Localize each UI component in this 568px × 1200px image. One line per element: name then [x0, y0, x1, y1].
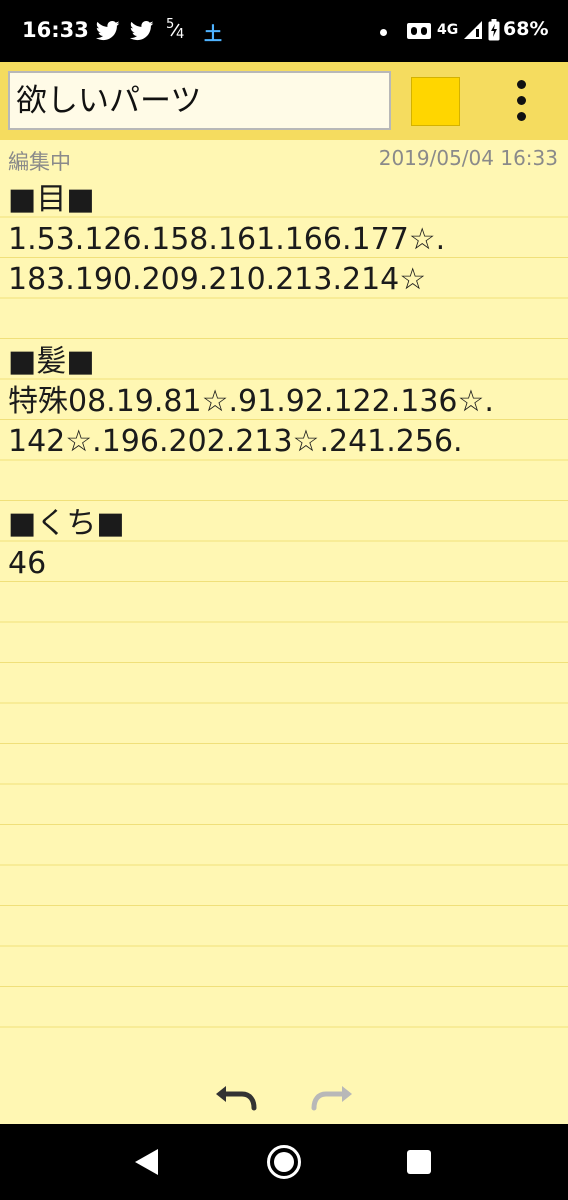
phone-screen: 16:33 5 4 土 4G 68% 欲しいパーツ 編集中 2019/05/04…: [0, 0, 568, 1200]
back-icon[interactable]: [134, 1148, 160, 1176]
color-swatch[interactable]: [411, 77, 460, 126]
note-line: 1.53.126.158.161.166.177☆.: [8, 222, 446, 257]
note-line: ■くち■: [8, 506, 125, 541]
battery-percent: 68%: [503, 18, 549, 40]
more-vert-icon[interactable]: [508, 78, 538, 124]
undo-icon[interactable]: [212, 1076, 260, 1116]
twitter-icon: [130, 21, 154, 41]
signal-icon: [464, 21, 482, 39]
recents-icon[interactable]: [407, 1150, 431, 1174]
note-line: 46: [8, 546, 47, 581]
status-bar: 16:33 5 4 土 4G 68%: [0, 0, 568, 62]
meta-row: 編集中 2019/05/04 16:33: [0, 142, 568, 182]
note-line: 特殊08.19.81☆.91.92.122.136☆.: [8, 384, 494, 419]
home-icon[interactable]: [266, 1144, 302, 1180]
navigation-bar: [0, 1124, 568, 1200]
note-line: 142☆.196.202.213☆.241.256.: [8, 424, 463, 459]
note-line: ■髪■: [8, 344, 95, 379]
status-date-day: 4: [176, 27, 185, 42]
battery-icon: [488, 19, 500, 41]
edit-tools: [0, 1064, 568, 1124]
menu-dot: [517, 112, 526, 121]
redo-icon[interactable]: [308, 1076, 356, 1116]
status-weekday: 土: [204, 24, 222, 45]
menu-dot: [517, 80, 526, 89]
edit-status: 編集中: [8, 150, 71, 174]
title-input[interactable]: 欲しいパーツ: [8, 71, 391, 130]
note-editor: 欲しいパーツ 編集中 2019/05/04 16:33 ■目■ 1.53.126…: [0, 62, 568, 1124]
status-time: 16:33: [22, 18, 89, 42]
note-line: 183.190.209.210.213.214☆: [8, 262, 427, 297]
toolbar: 欲しいパーツ: [0, 62, 568, 140]
menu-dot: [517, 96, 526, 105]
note-line: ■目■: [8, 182, 95, 217]
note-body[interactable]: ■目■ 1.53.126.158.161.166.177☆. 183.190.2…: [0, 180, 568, 1060]
timestamp: 2019/05/04 16:33: [378, 146, 558, 170]
dot-icon: [380, 29, 387, 36]
voice-over-lte-icon: [407, 23, 431, 39]
twitter-icon: [96, 21, 120, 41]
network-type: 4G: [437, 22, 459, 38]
